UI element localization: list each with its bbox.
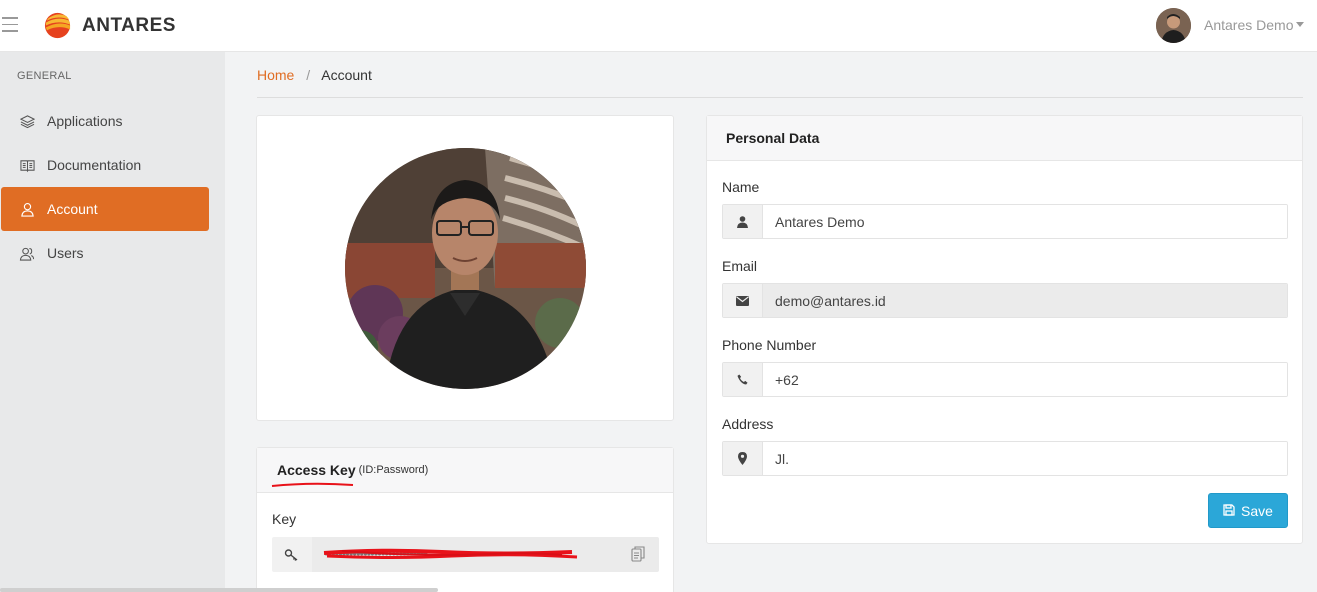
save-button[interactable]: Save	[1208, 493, 1288, 528]
sidebar-item-label: Users	[47, 245, 84, 261]
breadcrumb: Home / Account	[257, 67, 372, 83]
top-bar: ANTARES Antares Demo	[0, 0, 1317, 52]
antares-logo-icon[interactable]	[43, 11, 72, 40]
phone-label: Phone Number	[722, 337, 817, 353]
email-field[interactable]	[763, 284, 1287, 317]
sidebar-item-account[interactable]: Account	[1, 187, 209, 231]
breadcrumb-current: Account	[321, 67, 372, 83]
email-input-group	[722, 283, 1288, 318]
key-input-group: •••••••••••••••••••••••••••••	[272, 537, 659, 572]
breadcrumb-separator: /	[306, 67, 311, 83]
phone-icon	[723, 363, 763, 396]
map-marker-icon	[723, 442, 763, 475]
user-icon	[19, 201, 35, 217]
brand-name[interactable]: ANTARES	[82, 15, 176, 37]
user-icon	[723, 205, 763, 238]
red-underline-annotation	[271, 482, 354, 487]
profile-photo[interactable]	[345, 148, 586, 389]
users-icon	[19, 245, 35, 261]
horizontal-scrollbar[interactable]	[0, 588, 438, 592]
sidebar-item-documentation[interactable]: Documentation	[1, 143, 209, 187]
redaction-scribble	[323, 548, 578, 559]
name-field[interactable]	[763, 205, 1287, 238]
chevron-down-icon[interactable]	[1296, 22, 1304, 27]
access-key-subtitle: (ID:Password)	[358, 464, 429, 476]
profile-photo-card	[256, 115, 674, 421]
personal-data-title: Personal Data	[726, 130, 820, 146]
address-field[interactable]	[763, 442, 1287, 475]
sidebar-item-users[interactable]: Users	[1, 231, 209, 275]
envelope-icon	[723, 284, 763, 317]
personal-data-card: Personal Data Name Email Phone Number Ad…	[706, 115, 1303, 544]
breadcrumb-divider	[257, 97, 1303, 98]
access-key-card: Access Key (ID:Password) Key •••••••••••…	[256, 447, 674, 592]
phone-field[interactable]	[763, 363, 1287, 396]
address-input-group	[722, 441, 1288, 476]
sidebar-item-label: Account	[47, 201, 98, 217]
address-label: Address	[722, 416, 774, 432]
access-key-title: Access Key	[277, 462, 356, 478]
user-avatar[interactable]	[1156, 8, 1191, 43]
save-button-label: Save	[1241, 502, 1273, 519]
sidebar-item-label: Documentation	[47, 157, 142, 173]
floppy-disk-icon	[1223, 503, 1235, 519]
breadcrumb-home-link[interactable]: Home	[257, 67, 294, 83]
name-label: Name	[722, 179, 760, 195]
key-field[interactable]: •••••••••••••••••••••••••••••	[312, 537, 659, 572]
personal-data-header: Personal Data	[707, 116, 1302, 161]
book-icon	[19, 157, 35, 173]
sidebar-item-applications[interactable]: Applications	[1, 99, 209, 143]
email-label: Email	[722, 258, 758, 274]
key-icon	[272, 537, 312, 572]
name-input-group	[722, 204, 1288, 239]
key-label: Key	[272, 511, 297, 527]
menu-icon[interactable]	[2, 17, 18, 33]
sidebar-section-title: GENERAL	[17, 70, 72, 82]
sidebar: GENERAL Applications Documentation Accou…	[0, 52, 225, 592]
layers-icon	[19, 113, 35, 129]
copy-icon[interactable]	[631, 546, 645, 565]
sidebar-item-label: Applications	[47, 113, 123, 129]
user-menu-name[interactable]: Antares Demo	[1204, 17, 1293, 33]
phone-input-group	[722, 362, 1288, 397]
